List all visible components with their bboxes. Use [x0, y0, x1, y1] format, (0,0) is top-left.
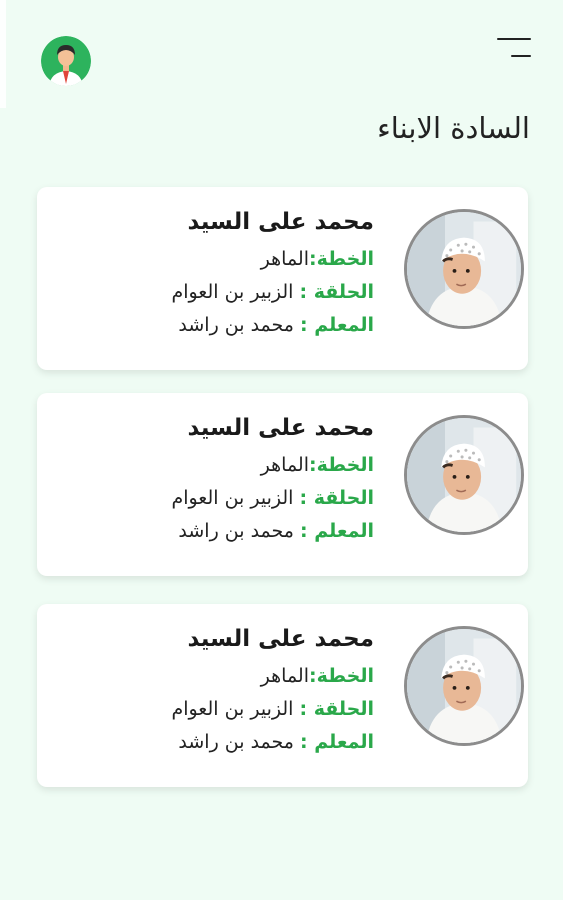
- menu-line-bottom: [511, 55, 531, 57]
- plan-row: الخطة:الماهر: [171, 449, 374, 482]
- plan-row: الخطة:الماهر: [171, 243, 374, 276]
- teacher-label: المعلم :: [300, 314, 374, 336]
- plan-value: الماهر: [260, 248, 310, 270]
- circle-row: الحلقة : الزبير بن العوام: [171, 482, 374, 515]
- child-card[interactable]: محمد على السيد الخطة:الماهر الحلقة : الز…: [37, 187, 528, 370]
- plan-label: الخطة:: [309, 248, 374, 270]
- circle-row: الحلقة : الزبير بن العوام: [171, 693, 374, 726]
- page-title: السادة الابناء: [377, 111, 530, 145]
- teacher-row: المعلم : محمد بن راشد: [171, 726, 374, 759]
- circle-value: الزبير بن العوام: [171, 698, 294, 720]
- teacher-label: المعلم :: [300, 520, 374, 542]
- circle-label: الحلقة :: [299, 698, 374, 720]
- teacher-row: المعلم : محمد بن راشد: [171, 515, 374, 548]
- child-card[interactable]: محمد على السيد الخطة:الماهر الحلقة : الز…: [37, 393, 528, 576]
- plan-value: الماهر: [260, 454, 310, 476]
- avatar-graphic: [41, 36, 91, 86]
- top-bar: [0, 0, 563, 100]
- plan-row: الخطة:الماهر: [171, 660, 374, 693]
- child-photo-image: [407, 212, 521, 326]
- teacher-value: محمد بن راشد: [178, 520, 294, 542]
- child-card[interactable]: محمد على السيد الخطة:الماهر الحلقة : الز…: [37, 604, 528, 787]
- child-info: محمد على السيد الخطة:الماهر الحلقة : الز…: [171, 205, 374, 342]
- menu-line-top: [497, 38, 531, 40]
- child-photo: [404, 626, 524, 746]
- child-info: محمد على السيد الخطة:الماهر الحلقة : الز…: [171, 622, 374, 759]
- child-name: محمد على السيد: [187, 415, 374, 441]
- teacher-row: المعلم : محمد بن راشد: [171, 309, 374, 342]
- circle-label: الحلقة :: [299, 487, 374, 509]
- user-avatar-icon[interactable]: [41, 36, 91, 86]
- child-info: محمد على السيد الخطة:الماهر الحلقة : الز…: [171, 411, 374, 548]
- circle-value: الزبير بن العوام: [171, 281, 294, 303]
- plan-value: الماهر: [260, 665, 310, 687]
- plan-label: الخطة:: [309, 665, 374, 687]
- menu-icon[interactable]: [495, 36, 531, 62]
- teacher-value: محمد بن راشد: [178, 731, 294, 753]
- child-name: محمد على السيد: [187, 626, 374, 652]
- teacher-label: المعلم :: [300, 731, 374, 753]
- child-photo-image: [407, 418, 521, 532]
- plan-label: الخطة:: [309, 454, 374, 476]
- teacher-value: محمد بن راشد: [178, 314, 294, 336]
- child-photo: [404, 209, 524, 329]
- child-photo-image: [407, 629, 521, 743]
- child-name: محمد على السيد: [187, 209, 374, 235]
- child-photo: [404, 415, 524, 535]
- circle-row: الحلقة : الزبير بن العوام: [171, 276, 374, 309]
- circle-label: الحلقة :: [299, 281, 374, 303]
- circle-value: الزبير بن العوام: [171, 487, 294, 509]
